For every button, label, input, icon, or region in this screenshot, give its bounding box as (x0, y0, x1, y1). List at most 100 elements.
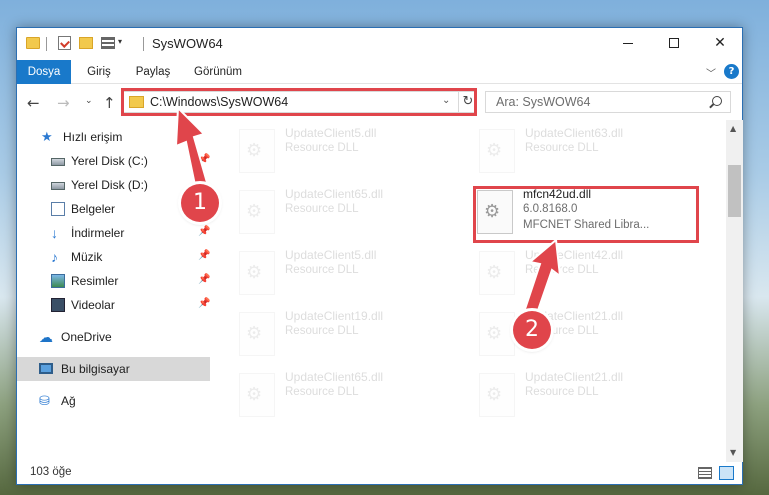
address-bar[interactable]: C:\Windows\SysWOW64 ⌄ ↻ (123, 91, 477, 113)
scroll-down-icon[interactable]: ▼ (730, 448, 736, 457)
sidebar-item-quick-access[interactable]: ★ Hızlı erişim (17, 125, 210, 149)
sidebar-item-videos[interactable]: Videolar 📌 (17, 293, 210, 317)
sidebar-item-onedrive[interactable]: ☁ OneDrive (17, 325, 210, 349)
folder-icon (26, 37, 40, 49)
gear-icon: ⚙ (246, 384, 263, 405)
forward-button[interactable]: → (57, 94, 70, 112)
navigation-pane: ★ Hızlı erişim Yerel Disk (C:) 📌 Yerel D… (17, 120, 210, 462)
file-tile[interactable]: ⚙ UpdateClient65.dll Resource DLL (239, 369, 469, 421)
file-tile[interactable]: ⚙ UpdateClient63.dll Resource DLL (479, 125, 709, 177)
scroll-thumb[interactable] (728, 165, 741, 217)
search-icon[interactable] (712, 96, 722, 106)
maximize-button[interactable] (651, 28, 697, 60)
sidebar-item-pictures[interactable]: Resimler 📌 (17, 269, 210, 293)
file-tile[interactable]: ⚙ UpdateClient19.dll Resource DLL (239, 308, 469, 360)
tab-file[interactable]: Dosya (17, 60, 71, 84)
window-title: SysWOW64 (152, 36, 223, 51)
file-tile[interactable]: ⚙ UpdateClient5.dll Resource DLL (239, 125, 469, 177)
scroll-up-icon[interactable]: ▲ (730, 124, 736, 133)
pin-icon[interactable]: 📌 (198, 298, 210, 309)
gear-icon: ⚙ (486, 323, 503, 344)
divider (143, 37, 144, 51)
sidebar-item-music[interactable]: ♪ Müzik 📌 (17, 245, 210, 269)
search-input[interactable]: Ara: SysWOW64 (485, 91, 731, 113)
maximize-icon (669, 38, 679, 48)
dll-file-icon: ⚙ (239, 312, 275, 356)
quick-access-dropdown-icon[interactable]: ▾ (118, 37, 122, 53)
properties-icon[interactable] (58, 36, 71, 50)
sidebar-item-downloads[interactable]: ↓ İndirmeler 📌 (17, 221, 210, 245)
sidebar-item-network[interactable]: ⛁ Ağ (17, 389, 210, 413)
view-icon[interactable] (101, 37, 115, 49)
music-icon: ♪ (51, 249, 58, 265)
download-icon: ↓ (51, 225, 58, 241)
close-button[interactable]: ✕ (697, 28, 743, 60)
back-button[interactable]: ← (27, 94, 40, 112)
gear-icon: ⚙ (246, 140, 263, 161)
gear-icon: ⚙ (246, 262, 263, 283)
help-icon[interactable]: ? (724, 64, 739, 79)
minimize-button[interactable] (605, 28, 651, 60)
expand-ribbon-icon[interactable]: ﹀ (706, 65, 716, 80)
dll-file-icon: ⚙ (479, 129, 515, 173)
pin-icon[interactable]: 📌 (198, 154, 210, 165)
large-icons-view-icon[interactable] (719, 466, 734, 480)
disk-icon (51, 158, 65, 166)
file-tile-mfcn42ud[interactable]: ⚙ mfcn42ud.dll 6.0.8168.0 MFCNET Shared … (477, 186, 707, 238)
star-icon: ★ (41, 129, 53, 144)
explorer-window: ▾ SysWOW64 ✕ Dosya Giriş Paylaş Görünüm … (16, 27, 743, 485)
recent-locations-icon[interactable]: ⌄ (85, 96, 93, 106)
network-icon: ⛁ (39, 393, 50, 408)
dll-file-icon: ⚙ (239, 129, 275, 173)
sidebar-item-local-disk-c[interactable]: Yerel Disk (C:) 📌 (17, 149, 210, 173)
item-count: 103 öğe (30, 466, 72, 478)
details-view-icon[interactable] (698, 467, 712, 479)
dll-file-icon: ⚙ (479, 373, 515, 417)
navigation-bar: ← → ⌄ ↑ C:\Windows\SysWOW64 ⌄ ↻ Ara: Sys… (17, 85, 742, 119)
cloud-icon: ☁ (39, 329, 53, 345)
folder-icon (129, 96, 144, 108)
pin-icon[interactable]: 📌 (198, 274, 210, 285)
file-tile[interactable]: ⚙ UpdateClient42.dll Resource DLL (479, 247, 709, 299)
dll-file-icon: ⚙ (479, 312, 515, 356)
refresh-button[interactable]: ↻ (458, 92, 477, 112)
address-dropdown-icon[interactable]: ⌄ (442, 95, 450, 106)
step-badge-2: 2 (513, 311, 551, 349)
new-folder-icon[interactable] (79, 37, 93, 49)
gear-icon: ⚙ (486, 262, 503, 283)
vertical-scrollbar[interactable]: ▲ ▼ (726, 120, 743, 462)
file-version: 6.0.8168.0 (523, 203, 578, 215)
dll-file-icon: ⚙ (239, 190, 275, 234)
pin-icon[interactable]: 📌 (198, 226, 210, 237)
tab-home[interactable]: Giriş (77, 60, 121, 84)
tab-view[interactable]: Görünüm (187, 60, 249, 84)
file-description: MFCNET Shared Libra... (523, 219, 650, 231)
pin-icon[interactable]: 📌 (198, 250, 210, 261)
document-icon (51, 202, 65, 216)
address-path[interactable]: C:\Windows\SysWOW64 (150, 95, 288, 109)
gear-icon: ⚙ (484, 201, 501, 222)
tab-share[interactable]: Paylaş (129, 60, 177, 84)
pictures-icon (51, 274, 65, 288)
file-name: mfcn42ud.dll (523, 187, 592, 201)
dll-file-icon: ⚙ (479, 251, 515, 295)
videos-icon (51, 298, 65, 312)
divider (46, 37, 47, 51)
search-placeholder: Ara: SysWOW64 (496, 95, 591, 109)
disk-icon (51, 182, 65, 190)
sidebar-item-this-pc[interactable]: Bu bilgisayar (17, 357, 210, 381)
computer-icon (39, 363, 53, 374)
up-button[interactable]: ↑ (103, 94, 116, 112)
file-tile[interactable]: ⚙ UpdateClient21.dll Resource DLL (479, 369, 709, 421)
dll-file-icon: ⚙ (239, 373, 275, 417)
dll-file-icon: ⚙ (477, 190, 513, 234)
dll-file-icon: ⚙ (239, 251, 275, 295)
step-badge-1: 1 (181, 184, 219, 222)
title-bar: ▾ SysWOW64 ✕ (17, 28, 742, 60)
sidebar-item-local-disk-d[interactable]: Yerel Disk (D:) (17, 173, 210, 197)
gear-icon: ⚙ (246, 323, 263, 344)
gear-icon: ⚙ (486, 140, 503, 161)
file-tile[interactable]: ⚙ UpdateClient5.dll Resource DLL (239, 247, 469, 299)
gear-icon: ⚙ (486, 384, 503, 405)
file-tile[interactable]: ⚙ UpdateClient65.dll Resource DLL (239, 186, 469, 238)
